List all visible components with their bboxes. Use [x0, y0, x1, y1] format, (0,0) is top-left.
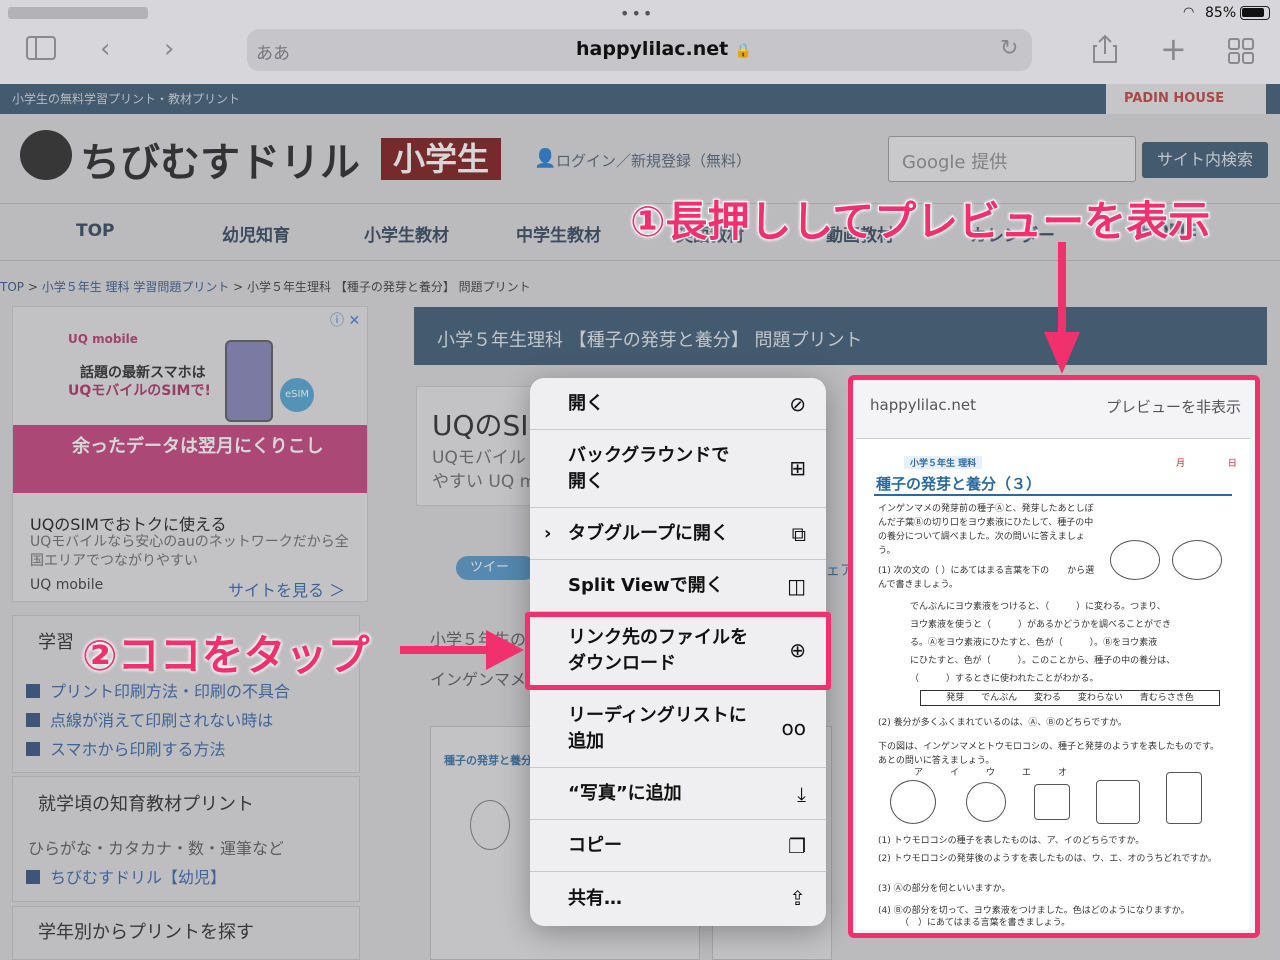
worksheet-date: 月 日: [1176, 459, 1257, 469]
battery-icon: [1240, 6, 1270, 20]
annotation-arrow-right: [400, 630, 524, 670]
share-icon: ⇪: [789, 886, 806, 910]
preview-domain: happylilac.net: [870, 396, 976, 414]
question-text: る。Ⓐをヨウ素液にひたすと、色が（ ）。Ⓑをヨウ素液: [910, 638, 1158, 648]
url-text: happylilac.net 🔒: [576, 38, 753, 60]
question-1: インゲンマメの発芽前の種子Ⓐと、発芽したあとしぼんだ子葉Ⓑの切り口をヨウ素液にひ…: [878, 504, 1094, 556]
arrow-square-icon: ⧉: [791, 522, 806, 546]
reader-options-button[interactable]: ああ: [256, 39, 290, 64]
question-2-2: (2) トウモロコシの発芽後のようすを表したものは、ウ、エ、オのうちどれですか。: [878, 854, 1217, 864]
question-text: ヨウ素液を使うと（ ）があるかどうかを調べることができ: [910, 620, 1172, 630]
question-2-4b: （ ）にあてはまる言葉を書きましょう。: [900, 918, 1071, 928]
chevron-right-icon: ›: [544, 523, 552, 544]
question-1-2: (2) 養分が多くふくまれているのは、Ⓐ、Ⓑのどちらですか。: [878, 718, 1127, 728]
plus-square-icon: ⊞: [789, 456, 806, 480]
question-text: でんぷんにヨウ素液をつけると、（ ）に変わる。つまり、: [910, 602, 1166, 612]
question-2: 下の図は、インゲンマメとトウモロコシの、種子と発芽のようすを表したものです。あと…: [878, 742, 1220, 766]
question-text: にひたすと、色が（ ）。このことから、種子の中の養分は、: [910, 656, 1176, 666]
download-highlight-box: [525, 612, 831, 690]
forward-icon[interactable]: ›: [164, 34, 174, 64]
worksheet-grade: 小学５年生 理科: [904, 456, 983, 469]
back-icon[interactable]: ‹: [100, 34, 110, 64]
annotation-step-1: ①長押ししてプレビューを表示: [629, 196, 1211, 247]
copy-icon: ❐: [788, 834, 806, 858]
reload-icon[interactable]: ↻: [1000, 36, 1018, 61]
bean-sprout-drawing: [1096, 780, 1140, 824]
sidebar-icon[interactable]: [26, 36, 56, 67]
corn-seed-drawing: [966, 782, 1006, 822]
save-icon: ⤓: [797, 782, 806, 806]
glasses-icon: oo: [781, 716, 806, 740]
annotation-arrow-down: [1044, 242, 1080, 374]
dish-a-drawing: [1110, 540, 1160, 580]
question-1-1: (1) 次の文の（ ）にあてはまる言葉を下の から選んで書きましょう。: [878, 566, 1095, 590]
question-text: （ ）するときに使われたことがわかる。: [910, 674, 1099, 684]
question-2-3: (3) Ⓐの部分を何といいますか。: [878, 884, 1011, 894]
dish-b-drawing: [1172, 540, 1222, 580]
corn-sprout-drawing: [1166, 772, 1202, 824]
menu-item-reading-list[interactable]: リーディングリストに 追加 oo: [530, 690, 826, 768]
split-view-icon: ◫: [787, 574, 806, 598]
question-2-1: (1) トウモロコシの種子を表したものは、ア、イのどちらですか。: [878, 836, 1145, 846]
annotation-step-2: ②ココをタップ: [82, 631, 370, 680]
sprout-drawing: [1034, 784, 1070, 820]
menu-item-tab-group[interactable]: › タブグループに開く ⧉: [530, 508, 826, 560]
compass-icon: ⊘: [789, 392, 806, 416]
menu-item-open-background[interactable]: バックグラウンドで 開く ⊞: [530, 430, 826, 508]
lock-icon: 🔒: [734, 43, 753, 59]
worksheet-title: 種子の発芽と養分（３）: [876, 475, 1042, 493]
menu-item-copy[interactable]: コピー ❐: [530, 820, 826, 872]
status-time: [8, 7, 148, 19]
new-tab-icon[interactable]: +: [1160, 30, 1187, 68]
battery-percent: 85%: [1205, 5, 1237, 21]
menu-item-open[interactable]: 開く ⊘: [530, 378, 826, 430]
menu-item-share[interactable]: 共有… ⇪: [530, 872, 826, 926]
bean-seed-drawing: [890, 780, 936, 824]
share-icon[interactable]: [1092, 34, 1118, 71]
title-rule: [874, 494, 1232, 496]
menu-item-split-view[interactable]: Split Viewで開く ◫: [530, 560, 826, 612]
multitask-dots-icon[interactable]: •••: [620, 4, 654, 23]
tab-overview-icon[interactable]: [1228, 38, 1254, 71]
hide-preview-button[interactable]: プレビューを非表示: [1106, 396, 1241, 417]
wifi-icon: ◠: [1183, 5, 1195, 20]
answer-choices: 発芽 でんぷん 変わる 変わらない 青むらさき色: [920, 690, 1220, 706]
menu-item-add-to-photos[interactable]: “写真”に追加 ⤓: [530, 768, 826, 820]
